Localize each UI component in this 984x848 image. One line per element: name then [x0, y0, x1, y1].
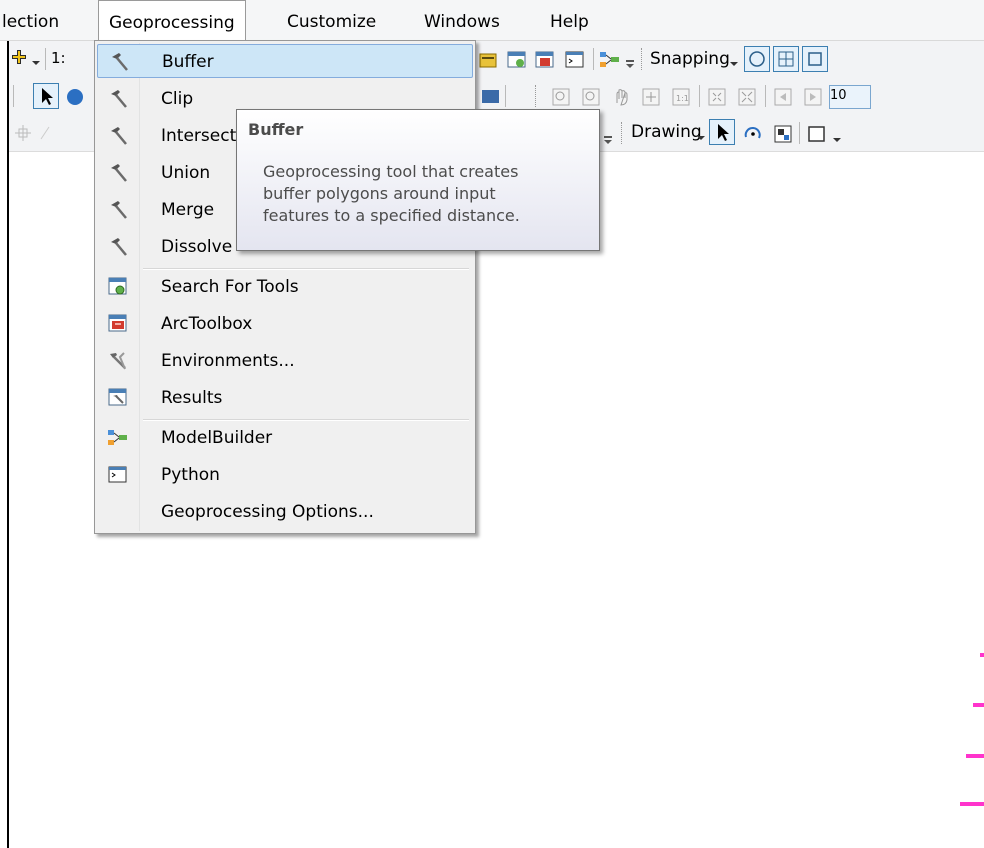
- map-feature-marker: [980, 653, 984, 657]
- rectangle-tool-icon[interactable]: [807, 124, 827, 144]
- drawing-dropdown-icon[interactable]: [696, 128, 706, 140]
- menu-item-arctoolbox[interactable]: ArcToolbox: [97, 307, 473, 341]
- add-data-dropdown-icon[interactable]: [31, 53, 41, 65]
- tooltip-text-line: features to a specified distance.: [263, 206, 520, 225]
- zoom-percent-field[interactable]: 10: [829, 85, 871, 109]
- fixed-zoom-in-icon[interactable]: [707, 87, 727, 107]
- add-data-icon[interactable]: [11, 49, 27, 65]
- tooltip-text-line: Geoprocessing tool that creates: [263, 162, 519, 181]
- tooltip-title: Buffer: [248, 120, 304, 139]
- svg-text:1:1: 1:1: [676, 94, 689, 103]
- menu-item-buffer[interactable]: Buffer: [97, 44, 473, 78]
- catalog-icon[interactable]: [479, 50, 499, 70]
- toolbox-icon: [107, 313, 129, 335]
- toolbar-separator: [45, 48, 46, 70]
- window-left-border: [0, 0, 9, 848]
- menu-item-label: Clip: [161, 89, 194, 109]
- toolbar-separator: [699, 85, 700, 107]
- go-back-extent-icon[interactable]: [773, 87, 793, 107]
- arctoolbox-window-icon[interactable]: [535, 50, 555, 70]
- pan-page-icon[interactable]: [611, 87, 631, 107]
- vertex-snapping-button[interactable]: [802, 46, 828, 72]
- menu-item-label: Environments...: [161, 351, 295, 371]
- hammer-icon: [108, 51, 130, 73]
- menu-customize[interactable]: Customize: [277, 0, 386, 40]
- menu-item-label: Geoprocessing Options...: [161, 502, 374, 522]
- hammer-icon: [107, 199, 129, 221]
- zoom-in-page-icon[interactable]: [551, 87, 571, 107]
- menu-item-label: Search For Tools: [161, 277, 299, 297]
- menu-windows[interactable]: Windows: [414, 0, 510, 40]
- menu-item-label: Union: [161, 163, 211, 183]
- point-snapping-button[interactable]: [744, 46, 770, 72]
- menu-selection[interactable]: lection: [0, 0, 69, 40]
- layout-tool-icon[interactable]: [481, 87, 501, 107]
- toolbar-grip[interactable]: [621, 122, 625, 144]
- menu-item-results[interactable]: Results: [97, 381, 473, 415]
- fixed-zoom-out-icon[interactable]: [737, 87, 757, 107]
- search-tools-icon: [107, 276, 129, 298]
- zoom-100-icon[interactable]: 1:1: [671, 87, 691, 107]
- hammer-icon: [107, 162, 129, 184]
- menu-item-geoprocessing-options[interactable]: Geoprocessing Options...: [97, 495, 473, 529]
- end-snapping-button[interactable]: [773, 46, 799, 72]
- toolbar-overflow-icon[interactable]: [625, 55, 635, 68]
- select-elements-button[interactable]: [33, 83, 59, 109]
- menu-item-label: ModelBuilder: [161, 428, 273, 448]
- zoom-to-selected-icon[interactable]: [772, 123, 792, 143]
- menu-geoprocessing[interactable]: Geoprocessing: [98, 0, 246, 41]
- drawing-menu[interactable]: Drawing: [631, 122, 702, 142]
- menu-item-modelbuilder[interactable]: ModelBuilder: [97, 421, 473, 455]
- edit-vertex-icon: [13, 123, 33, 143]
- search-window-icon[interactable]: [507, 50, 527, 70]
- menu-item-label: ArcToolbox: [161, 314, 253, 334]
- map-feature-marker: [966, 754, 984, 758]
- menu-item-label: Merge: [161, 200, 215, 220]
- results-icon: [107, 387, 129, 409]
- rotate-icon[interactable]: [742, 123, 762, 143]
- menu-item-label: Results: [161, 388, 223, 408]
- hammer-icon: [107, 88, 129, 110]
- drawing-select-button[interactable]: [709, 119, 735, 145]
- snapping-dropdown-icon[interactable]: [729, 54, 739, 66]
- toolbar-separator: [593, 48, 594, 70]
- menu-item-label: Dissolve: [161, 237, 233, 257]
- python-icon: [107, 464, 129, 486]
- tooltip-text-line: buffer polygons around input: [263, 184, 496, 203]
- zoom-whole-page-icon[interactable]: [641, 87, 661, 107]
- toolbar-overflow-icon[interactable]: [603, 131, 613, 144]
- toolbar-separator: [505, 85, 506, 107]
- rectangle-dropdown-icon[interactable]: [832, 130, 842, 142]
- menu-item-label: Buffer: [162, 52, 214, 72]
- hammer-icon: [107, 125, 129, 147]
- edit-tool-icon: [39, 123, 51, 143]
- toolbar-separator: [799, 122, 800, 144]
- toolbar-separator: [765, 85, 766, 107]
- identify-icon[interactable]: [65, 87, 85, 107]
- map-feature-marker: [960, 802, 984, 806]
- toolbar-grip[interactable]: [641, 48, 645, 70]
- modelbuilder-window-icon[interactable]: [599, 50, 619, 70]
- snapping-menu[interactable]: Snapping: [650, 49, 730, 69]
- menu-item-search-for-tools[interactable]: Search For Tools: [97, 270, 473, 304]
- menu-item-label: Intersect: [161, 126, 237, 146]
- toolbar-separator: [13, 85, 14, 107]
- go-forward-extent-icon[interactable]: [803, 87, 823, 107]
- menu-help[interactable]: Help: [540, 0, 599, 40]
- modelbuilder-icon: [107, 427, 129, 449]
- menu-item-python[interactable]: Python: [97, 458, 473, 492]
- menu-bar: lection Geoprocessing Customize Windows …: [0, 0, 984, 41]
- zoom-out-page-icon[interactable]: [581, 87, 601, 107]
- hammer-icon: [107, 236, 129, 258]
- buffer-tooltip: Buffer Geoprocessing tool that creates b…: [236, 109, 600, 251]
- menu-item-environments[interactable]: Environments...: [97, 344, 473, 378]
- environments-icon: [107, 350, 129, 372]
- map-scale-field[interactable]: 1:: [51, 49, 66, 67]
- map-feature-marker: [973, 703, 984, 707]
- python-window-icon[interactable]: [565, 50, 585, 70]
- menu-item-label: Python: [161, 465, 220, 485]
- toolbar-grip[interactable]: [535, 85, 539, 107]
